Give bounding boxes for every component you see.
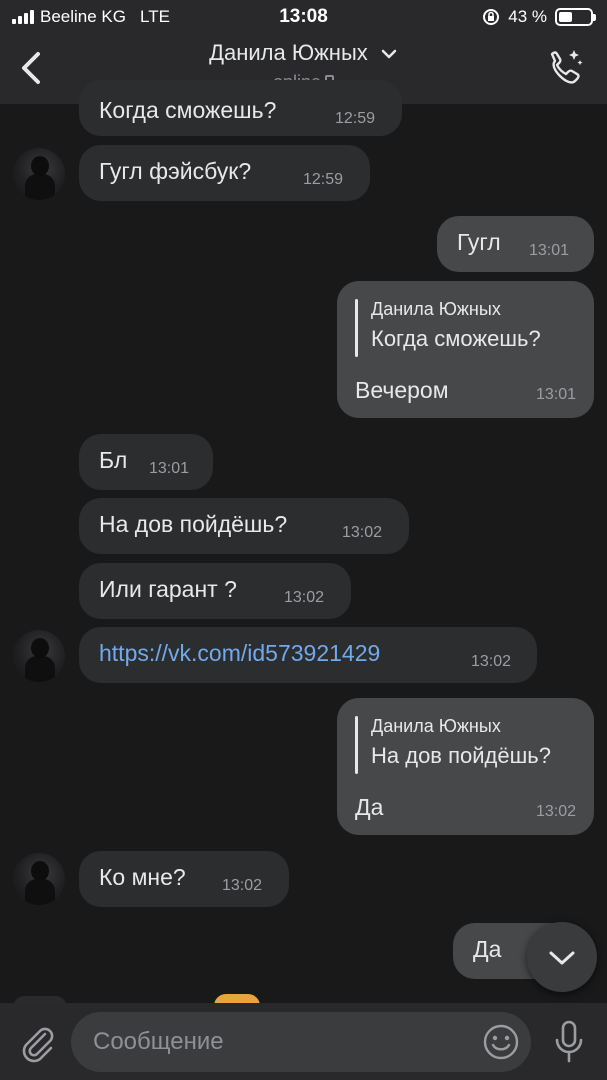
status-right: 43 % (482, 7, 596, 27)
message-time: 13:01 (149, 460, 190, 477)
emoji-icon[interactable] (482, 1023, 520, 1061)
status-bar: Beeline KG LTE 13:08 43 % (0, 0, 607, 34)
message-text: Бл (99, 447, 128, 473)
battery-icon (555, 8, 596, 26)
message-text: Вечером (355, 377, 449, 403)
message-time: 12:59 (335, 110, 376, 127)
message-text: Да (355, 794, 384, 820)
message-outgoing-reply[interactable]: Данила Южных Когда сможешь? Вечером 13:0… (337, 281, 594, 418)
message-time: 13:02 (342, 524, 383, 541)
message-input[interactable] (71, 1012, 531, 1072)
message-text: Да (473, 936, 502, 962)
message-incoming[interactable]: Или гарант ? 13:02 (79, 563, 351, 619)
message-incoming[interactable]: Бл 13:01 (79, 434, 213, 490)
battery-percent: 43 % (508, 7, 547, 26)
avatar[interactable] (13, 630, 65, 682)
avatar[interactable] (13, 148, 65, 200)
quote-bar (355, 299, 358, 357)
orientation-lock-icon (483, 9, 500, 25)
quote-author: Данила Южных (371, 299, 501, 319)
message-link[interactable]: https://vk.com/id573921429 (99, 640, 380, 667)
message-text: Гугл (457, 229, 501, 255)
chevron-down-icon[interactable] (380, 48, 398, 60)
quote-bar (355, 716, 358, 774)
message-text: На дов пойдёшь? (99, 511, 288, 537)
message-time: 13:02 (535, 803, 576, 820)
message-incoming[interactable]: https://vk.com/id573921429 13:02 (79, 627, 537, 683)
message-incoming[interactable]: Ко мне? 13:02 (79, 851, 289, 907)
microphone-icon[interactable] (552, 1019, 586, 1065)
avatar[interactable] (13, 853, 65, 905)
message-text: Гугл фэйсбук? (99, 158, 252, 184)
message-outgoing[interactable]: Гугл 13:01 (437, 216, 594, 272)
message-time: 13:01 (535, 386, 576, 403)
message-time: 13:02 (471, 653, 512, 670)
paperclip-icon[interactable] (18, 1021, 56, 1063)
message-outgoing-reply[interactable]: Данила Южных На дов пойдёшь? Да 13:02 (337, 698, 594, 835)
quote-author: Данила Южных (371, 716, 501, 736)
message-incoming[interactable]: Когда сможешь? 12:59 (79, 80, 402, 136)
message-text: Ко мне? (99, 864, 186, 890)
message-time: 13:02 (284, 589, 325, 606)
message-time: 13:01 (529, 242, 570, 259)
message-time: 12:59 (303, 171, 344, 188)
scroll-down-button[interactable] (527, 922, 597, 992)
call-icon[interactable] (543, 46, 585, 88)
quote-text: На дов пойдёшь? (371, 743, 551, 768)
message-time: 13:02 (222, 877, 263, 894)
message-text: Или гарант ? (99, 576, 237, 602)
contact-name: Данила Южных (209, 40, 368, 65)
message-composer (0, 1003, 607, 1080)
contact-title[interactable]: Данила Южных (0, 40, 607, 66)
quote-text: Когда сможешь? (371, 326, 541, 351)
message-incoming[interactable]: Гугл фэйсбук? 12:59 (79, 145, 370, 201)
message-text: Когда сможешь? (99, 97, 277, 123)
message-incoming[interactable]: На дов пойдёшь? 13:02 (79, 498, 409, 554)
scroll-down-chevron-icon (549, 951, 575, 965)
